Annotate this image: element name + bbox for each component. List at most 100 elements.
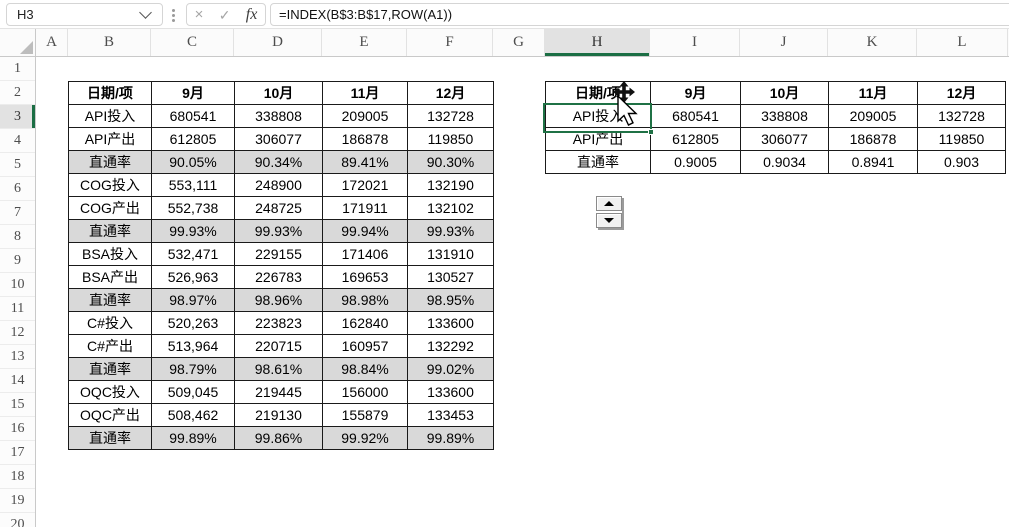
row-header[interactable]: 6 bbox=[0, 177, 35, 201]
row-label-cell[interactable]: API产出 bbox=[68, 127, 152, 151]
row-header[interactable]: 9 bbox=[0, 249, 35, 273]
header-cell[interactable]: 10月 bbox=[234, 81, 323, 105]
value-cell[interactable]: 133453 bbox=[407, 403, 494, 427]
value-cell[interactable]: 508,462 bbox=[151, 403, 235, 427]
value-cell[interactable]: 98.61% bbox=[234, 357, 323, 381]
value-cell[interactable]: 98.95% bbox=[407, 288, 494, 312]
value-cell[interactable]: 89.41% bbox=[322, 150, 408, 174]
value-cell[interactable]: 226783 bbox=[234, 265, 323, 289]
row-label-cell[interactable]: API投入 bbox=[545, 104, 651, 128]
value-cell[interactable]: 552,738 bbox=[151, 196, 235, 220]
value-cell[interactable]: 526,963 bbox=[151, 265, 235, 289]
name-box[interactable]: H3 bbox=[6, 3, 163, 26]
name-box-dropdown-icon[interactable] bbox=[139, 6, 152, 19]
value-cell[interactable]: 0.9005 bbox=[650, 150, 741, 174]
column-header[interactable]: B bbox=[68, 29, 151, 56]
enter-icon[interactable]: ✓ bbox=[219, 8, 231, 22]
column-header[interactable]: F bbox=[407, 29, 493, 56]
row-label-cell[interactable]: BSA产出 bbox=[68, 265, 152, 289]
value-cell[interactable]: 513,964 bbox=[151, 334, 235, 358]
value-cell[interactable]: 248900 bbox=[234, 173, 323, 197]
value-cell[interactable]: 119850 bbox=[407, 127, 494, 151]
value-cell[interactable]: 99.93% bbox=[151, 219, 235, 243]
row-header[interactable]: 5 bbox=[0, 153, 35, 177]
value-cell[interactable]: 509,045 bbox=[151, 380, 235, 404]
value-cell[interactable]: 171911 bbox=[322, 196, 408, 220]
select-all-corner[interactable] bbox=[0, 29, 36, 57]
value-cell[interactable]: 0.8941 bbox=[828, 150, 918, 174]
value-cell[interactable]: 612805 bbox=[151, 127, 235, 151]
value-cell[interactable]: 209005 bbox=[322, 104, 408, 128]
value-cell[interactable]: 532,471 bbox=[151, 242, 235, 266]
value-cell[interactable]: 98.96% bbox=[234, 288, 323, 312]
value-cell[interactable]: 99.93% bbox=[407, 219, 494, 243]
row-header[interactable]: 18 bbox=[0, 465, 35, 489]
value-cell[interactable]: 155879 bbox=[322, 403, 408, 427]
row-label-cell[interactable]: OQC投入 bbox=[68, 380, 152, 404]
value-cell[interactable]: 90.34% bbox=[234, 150, 323, 174]
header-cell[interactable]: 日期/项 bbox=[68, 81, 152, 105]
value-cell[interactable]: 171406 bbox=[322, 242, 408, 266]
value-cell[interactable]: 186878 bbox=[828, 127, 918, 151]
row-header[interactable]: 4 bbox=[0, 129, 35, 153]
row-label-cell[interactable]: 直通率 bbox=[68, 219, 152, 243]
row-label-cell[interactable]: 直通率 bbox=[68, 150, 152, 174]
header-cell[interactable]: 11月 bbox=[322, 81, 408, 105]
formula-input[interactable]: =INDEX(B$3:B$17,ROW(A1)) bbox=[270, 3, 1009, 26]
header-cell[interactable]: 9月 bbox=[650, 81, 741, 105]
column-header[interactable]: K bbox=[828, 29, 917, 56]
row-label-cell[interactable]: 直通率 bbox=[68, 288, 152, 312]
value-cell[interactable]: 119850 bbox=[917, 127, 1006, 151]
row-label-cell[interactable]: 直通率 bbox=[68, 357, 152, 381]
header-cell[interactable]: 11月 bbox=[828, 81, 918, 105]
value-cell[interactable]: 162840 bbox=[322, 311, 408, 335]
column-header[interactable]: A bbox=[36, 29, 68, 56]
insert-function-icon[interactable]: fx bbox=[246, 6, 258, 24]
row-label-cell[interactable]: C#投入 bbox=[68, 311, 152, 335]
spin-down-button[interactable] bbox=[596, 213, 622, 228]
value-cell[interactable]: 169653 bbox=[322, 265, 408, 289]
row-header[interactable]: 14 bbox=[0, 369, 35, 393]
row-header[interactable]: 15 bbox=[0, 393, 35, 417]
value-cell[interactable]: 220715 bbox=[234, 334, 323, 358]
value-cell[interactable]: 223823 bbox=[234, 311, 323, 335]
row-header[interactable]: 11 bbox=[0, 297, 35, 321]
value-cell[interactable]: 132292 bbox=[407, 334, 494, 358]
value-cell[interactable]: 90.30% bbox=[407, 150, 494, 174]
header-cell[interactable]: 12月 bbox=[917, 81, 1006, 105]
column-header[interactable]: I bbox=[650, 29, 740, 56]
value-cell[interactable]: 130527 bbox=[407, 265, 494, 289]
value-cell[interactable]: 0.903 bbox=[917, 150, 1006, 174]
row-header[interactable]: 19 bbox=[0, 489, 35, 513]
row-label-cell[interactable]: API投入 bbox=[68, 104, 152, 128]
value-cell[interactable]: 99.89% bbox=[407, 426, 494, 450]
value-cell[interactable]: 132728 bbox=[917, 104, 1006, 128]
value-cell[interactable]: 131910 bbox=[407, 242, 494, 266]
value-cell[interactable]: 219445 bbox=[234, 380, 323, 404]
value-cell[interactable]: 338808 bbox=[234, 104, 323, 128]
row-header[interactable]: 2 bbox=[0, 81, 35, 105]
row-header[interactable]: 12 bbox=[0, 321, 35, 345]
row-header[interactable]: 13 bbox=[0, 345, 35, 369]
row-header[interactable]: 7 bbox=[0, 201, 35, 225]
header-cell[interactable]: 10月 bbox=[740, 81, 829, 105]
column-header[interactable]: G bbox=[493, 29, 545, 56]
value-cell[interactable]: 248725 bbox=[234, 196, 323, 220]
formula-text[interactable]: =INDEX(B$3:B$17,ROW(A1)) bbox=[271, 7, 452, 22]
row-label-cell[interactable]: OQC产出 bbox=[68, 403, 152, 427]
header-cell[interactable]: 9月 bbox=[151, 81, 235, 105]
column-header[interactable]: D bbox=[234, 29, 322, 56]
row-header[interactable]: 16 bbox=[0, 417, 35, 441]
value-cell[interactable]: 90.05% bbox=[151, 150, 235, 174]
value-cell[interactable]: 229155 bbox=[234, 242, 323, 266]
value-cell[interactable]: 98.79% bbox=[151, 357, 235, 381]
value-cell[interactable]: 98.97% bbox=[151, 288, 235, 312]
value-cell[interactable]: 186878 bbox=[322, 127, 408, 151]
value-cell[interactable]: 99.93% bbox=[234, 219, 323, 243]
cancel-icon[interactable]: × bbox=[195, 7, 204, 22]
row-label-cell[interactable]: C#产出 bbox=[68, 334, 152, 358]
value-cell[interactable]: 133600 bbox=[407, 311, 494, 335]
value-cell[interactable]: 553,111 bbox=[151, 173, 235, 197]
value-cell[interactable]: 520,263 bbox=[151, 311, 235, 335]
value-cell[interactable]: 99.94% bbox=[322, 219, 408, 243]
